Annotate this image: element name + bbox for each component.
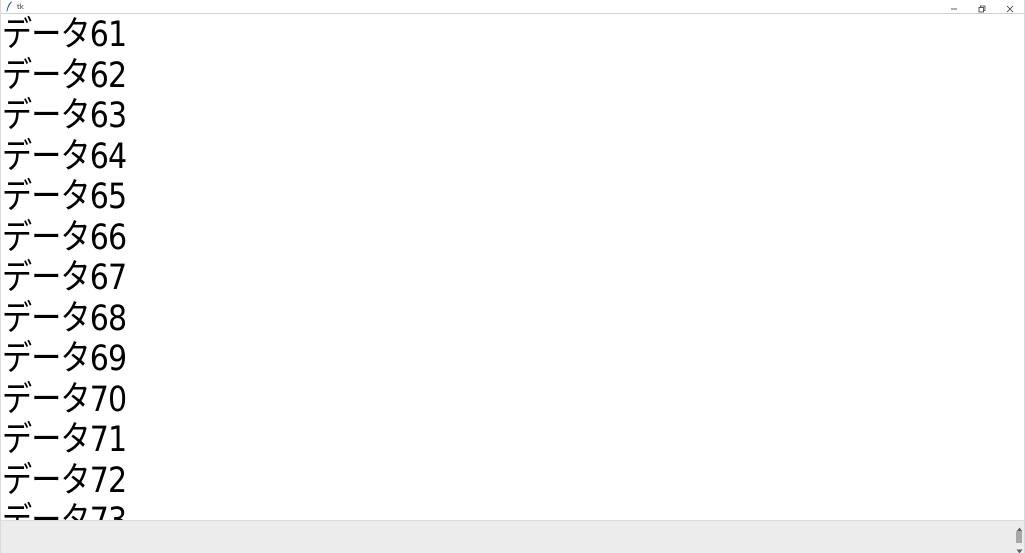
title-bar[interactable]: tk [1, 0, 1024, 14]
list-item[interactable]: データ69 [2, 339, 881, 380]
list-item[interactable]: データ72 [2, 461, 881, 502]
list-item[interactable]: データ68 [2, 299, 881, 340]
data-listbox[interactable]: データ61 データ62 データ63 データ64 データ65 データ66 データ6… [2, 15, 1024, 520]
bottom-panel [1, 520, 1024, 553]
list-item[interactable]: データ64 [2, 137, 881, 178]
window-controls [940, 0, 1024, 14]
list-item[interactable]: データ65 [2, 177, 881, 218]
list-item[interactable]: データ67 [2, 258, 881, 299]
scroll-up-button[interactable] [1014, 523, 1024, 532]
list-item[interactable]: データ63 [2, 96, 881, 137]
scroll-down-button[interactable] [1014, 545, 1024, 553]
triangle-down-icon [1016, 539, 1023, 553]
app-window: tk データ61 データ62 データ63 データ64 データ65 データ66 デ… [0, 0, 1025, 553]
list-item[interactable]: データ61 [2, 15, 881, 56]
close-button[interactable] [996, 0, 1024, 14]
vertical-scrollbar[interactable] [1014, 521, 1024, 553]
list-item[interactable]: データ73 [2, 501, 881, 520]
window-title: tk [17, 2, 24, 11]
list-item[interactable]: データ62 [2, 56, 881, 97]
restore-button[interactable] [968, 0, 996, 14]
minimize-button[interactable] [940, 0, 968, 14]
list-item[interactable]: データ70 [2, 380, 881, 421]
list-item[interactable]: データ66 [2, 218, 881, 259]
feather-icon [4, 1, 14, 13]
list-item[interactable]: データ71 [2, 420, 881, 461]
